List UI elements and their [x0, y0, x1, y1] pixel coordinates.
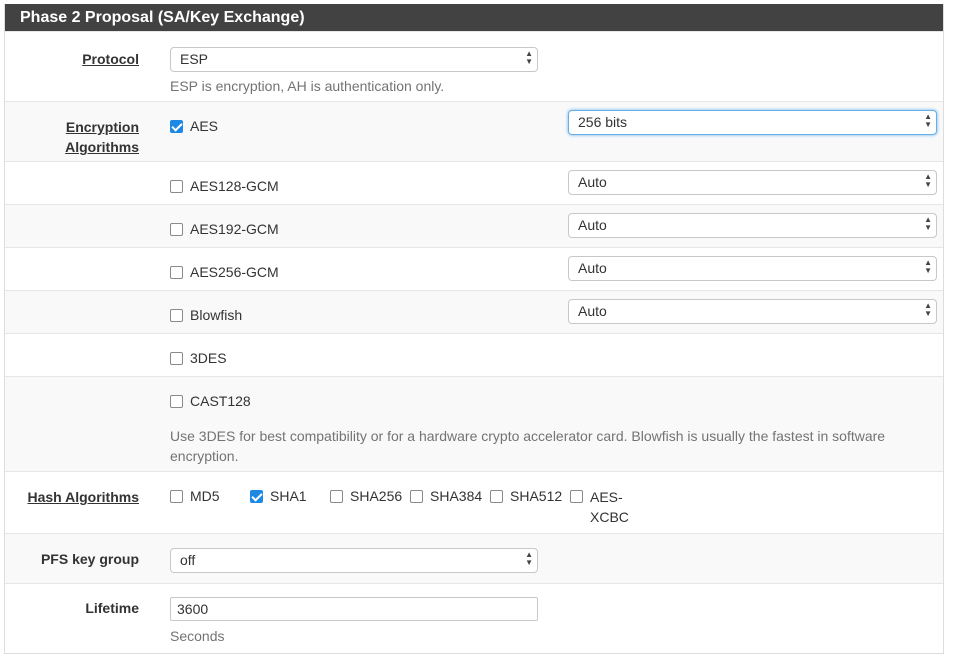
aes256-gcm-label: AES256-GCM — [190, 264, 279, 280]
encryption-row-cast128: CAST128 Use 3DES for best compatibility … — [5, 376, 943, 471]
encryption-row-aes256-gcm: AES256-GCM Auto ▲ ▼ — [5, 247, 943, 290]
lifetime-label: Lifetime — [85, 600, 139, 616]
aes128-gcm-keylen-select[interactable]: Auto ▲ ▼ — [568, 170, 937, 195]
pfs-row: PFS key group off ▲ ▼ — [5, 533, 943, 583]
aes192-gcm-keylen-select[interactable]: Auto ▲ ▼ — [568, 213, 937, 238]
select-arrows-icon: ▲ ▼ — [924, 301, 932, 318]
sha512-checkbox[interactable] — [490, 490, 503, 503]
select-arrows-icon: ▲ ▼ — [525, 49, 533, 66]
aes128-gcm-checkbox[interactable] — [170, 180, 183, 193]
protocol-select-value: ESP — [180, 51, 209, 67]
cast128-label: CAST128 — [190, 393, 251, 409]
encryption-row-aes128-gcm: AES128-GCM Auto ▲ ▼ — [5, 161, 943, 204]
select-arrows-icon: ▲ ▼ — [924, 112, 932, 129]
hash-row: Hash Algorithms MD5 SHA1 SHA256 SHA384 S… — [5, 471, 943, 533]
encryption-row-aes: Encryption Algorithms AES 256 bits ▲ ▼ — [5, 101, 943, 161]
encryption-row-blowfish: Blowfish Auto ▲ ▼ — [5, 290, 943, 333]
aes128-gcm-label: AES128-GCM — [190, 178, 279, 194]
sha256-label: SHA256 — [350, 488, 403, 504]
sha384-checkbox[interactable] — [410, 490, 423, 503]
hash-label: Hash Algorithms — [27, 489, 140, 505]
aes-xcbc-label: AES- XCBC — [590, 489, 629, 525]
lifetime-help: Seconds — [170, 628, 225, 644]
protocol-label: Protocol — [82, 51, 139, 67]
lifetime-input[interactable]: 3600 — [170, 597, 538, 621]
sha384-label: SHA384 — [430, 488, 483, 504]
aes-checkbox[interactable] — [170, 120, 183, 133]
protocol-select[interactable]: ESP ▲ ▼ — [170, 47, 538, 72]
aes192-gcm-keylen-value: Auto — [578, 217, 607, 233]
encryption-label: Encryption Algorithms — [65, 119, 139, 155]
protocol-help: ESP is encryption, AH is authentication … — [170, 78, 445, 94]
lifetime-input-value: 3600 — [177, 601, 209, 617]
sha1-checkbox[interactable] — [250, 490, 263, 503]
aes-keylen-select[interactable]: 256 bits ▲ ▼ — [568, 110, 937, 135]
blowfish-label: Blowfish — [190, 307, 243, 323]
phase2-proposal-panel: Phase 2 Proposal (SA/Key Exchange) Proto… — [4, 4, 944, 654]
pfs-key-group-select[interactable]: off ▲ ▼ — [170, 548, 538, 573]
aes256-gcm-keylen-select[interactable]: Auto ▲ ▼ — [568, 256, 937, 281]
sha256-checkbox[interactable] — [330, 490, 343, 503]
blowfish-keylen-value: Auto — [578, 303, 607, 319]
sha512-label: SHA512 — [510, 488, 563, 504]
3des-label: 3DES — [190, 350, 227, 366]
select-arrows-icon: ▲ ▼ — [924, 215, 932, 232]
blowfish-keylen-select[interactable]: Auto ▲ ▼ — [568, 299, 937, 324]
aes-label: AES — [190, 118, 219, 134]
aes-keylen-value: 256 bits — [578, 114, 628, 130]
pfs-select-value: off — [180, 552, 196, 568]
aes256-gcm-keylen-value: Auto — [578, 260, 607, 276]
encryption-row-aes192-gcm: AES192-GCM Auto ▲ ▼ — [5, 204, 943, 247]
select-arrows-icon: ▲ ▼ — [525, 550, 533, 567]
blowfish-checkbox[interactable] — [170, 309, 183, 322]
pfs-label: PFS key group — [40, 551, 139, 567]
cast128-checkbox[interactable] — [170, 395, 183, 408]
protocol-row: Protocol ESP ▲ ▼ ESP is encryption, AH is… — [5, 31, 943, 101]
encryption-help: Use 3DES for best compatibility or for a… — [170, 428, 886, 464]
lifetime-row: Lifetime 3600 Seconds — [5, 583, 943, 653]
aes192-gcm-checkbox[interactable] — [170, 223, 183, 236]
md5-checkbox[interactable] — [170, 490, 183, 503]
encryption-row-3des: 3DES — [5, 333, 943, 376]
aes256-gcm-checkbox[interactable] — [170, 266, 183, 279]
panel-title: Phase 2 Proposal (SA/Key Exchange) — [5, 4, 943, 31]
sha1-label: SHA1 — [270, 488, 307, 504]
aes128-gcm-keylen-value: Auto — [578, 174, 607, 190]
3des-checkbox[interactable] — [170, 352, 183, 365]
select-arrows-icon: ▲ ▼ — [924, 258, 932, 275]
aes-xcbc-checkbox[interactable] — [570, 490, 583, 503]
select-arrows-icon: ▲ ▼ — [924, 172, 932, 189]
aes192-gcm-label: AES192-GCM — [190, 221, 279, 237]
md5-label: MD5 — [190, 488, 220, 504]
